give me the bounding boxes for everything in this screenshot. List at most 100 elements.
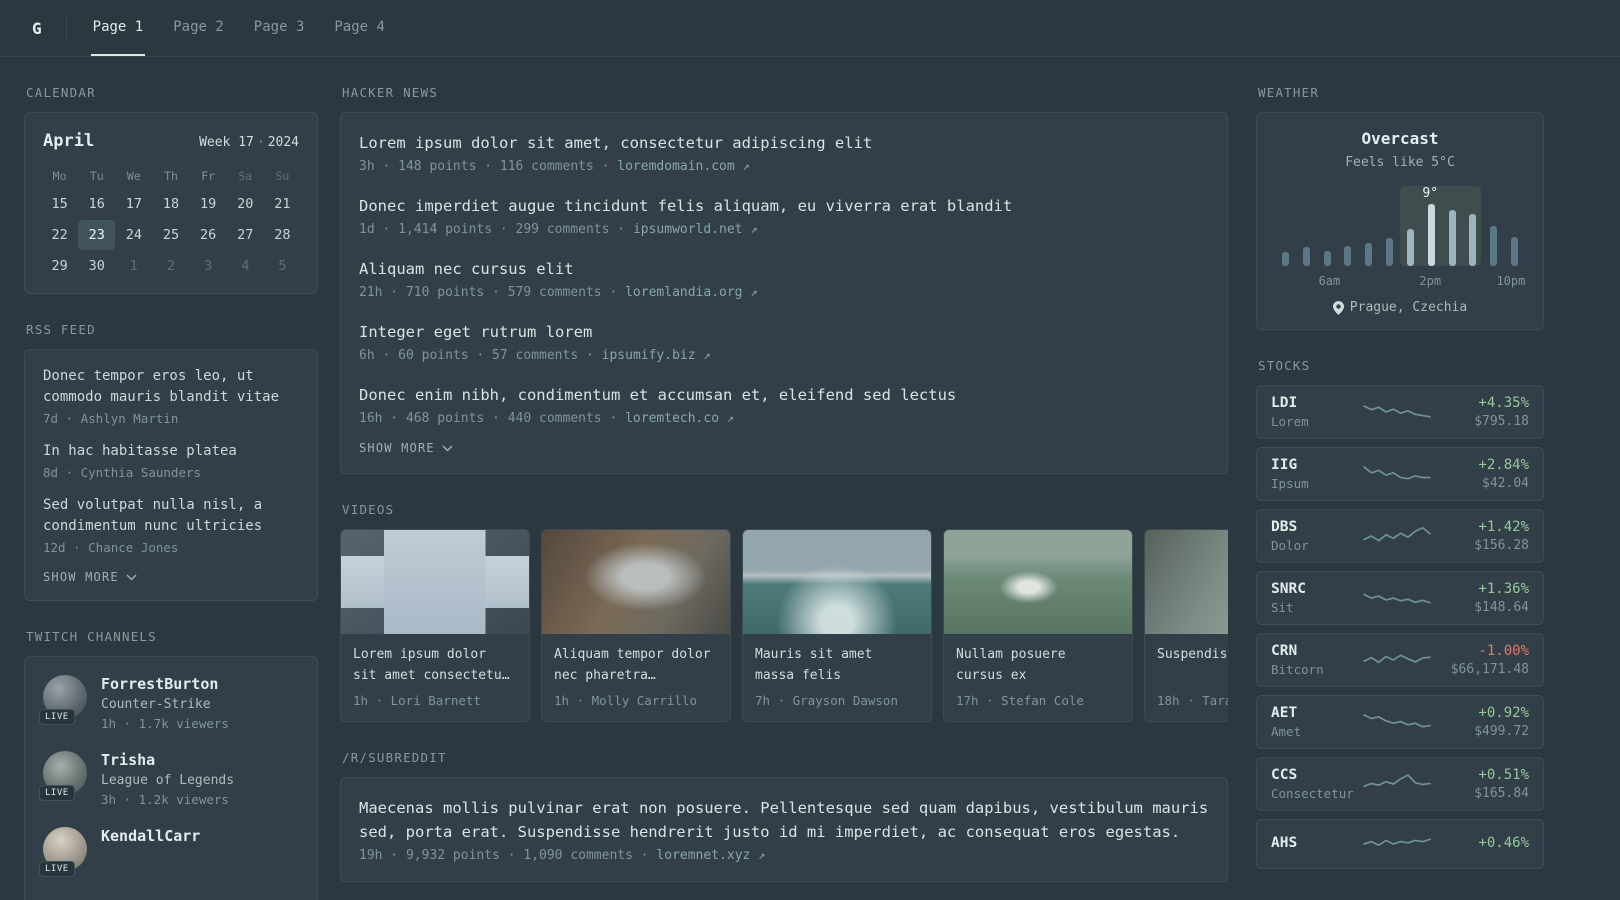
twitch-channel-name[interactable]: ForrestBurton: [101, 675, 229, 693]
rss-item-title[interactable]: Sed volutpat nulla nisl, a condimentum n…: [43, 495, 299, 537]
video-meta: 1h · Molly Carrillo: [554, 693, 697, 709]
page-tab[interactable]: Page 2: [171, 0, 226, 56]
stock-ticker[interactable]: SNRC: [1271, 581, 1357, 597]
reddit-post-title[interactable]: Maecenas mollis pulvinar erat non posuer…: [359, 796, 1209, 844]
video-title[interactable]: Mauris sit amet massa felis: [755, 645, 919, 687]
video-title[interactable]: Suspendisse diam: [1157, 645, 1228, 687]
stock-price: $165.84: [1474, 786, 1529, 801]
reddit-post-meta: 19h · 9,932 points · 1,090 comments · lo…: [359, 848, 1209, 863]
video-thumbnail[interactable]: [944, 530, 1132, 635]
stock-ticker[interactable]: CCS: [1271, 767, 1357, 783]
twitch-channel-row[interactable]: LIVE Trisha League of Legends 3h · 1.2k …: [39, 751, 299, 807]
video-card[interactable]: Suspendisse diam 18h · Tara: [1144, 529, 1228, 723]
hackernews-show-more-button[interactable]: SHOW MORE: [359, 441, 1209, 455]
news-item-title[interactable]: Donec enim nibh, condimentum et accumsan…: [359, 383, 1209, 407]
twitch-channel-info: Trisha League of Legends 3h · 1.2k viewe…: [101, 751, 234, 807]
page-tab[interactable]: Page 1: [90, 0, 146, 56]
external-link-icon[interactable]: ↗: [703, 348, 710, 362]
twitch-avatar-wrap: LIVE: [39, 827, 87, 877]
video-thumbnail[interactable]: [1145, 530, 1228, 635]
app-logo[interactable]: G: [24, 0, 66, 56]
stock-ticker[interactable]: CRN: [1271, 643, 1357, 659]
weather-location: Prague, Czechia: [1275, 300, 1525, 315]
external-link-icon[interactable]: ↗: [727, 411, 734, 425]
calendar-day-cell: 17: [125, 196, 142, 212]
news-item-domain-link[interactable]: loremtech.co: [625, 411, 719, 426]
external-link-icon[interactable]: ↗: [743, 159, 750, 173]
stock-sparkline: [1363, 593, 1431, 604]
hackernews-section-header: HACKER NEWS: [342, 85, 438, 100]
video-card[interactable]: Mauris sit amet massa felis 7h · Grayson…: [742, 529, 932, 723]
external-link-icon[interactable]: ↗: [750, 222, 757, 236]
video-card[interactable]: Nullam posuere cursus ex 17h · Stefan Co…: [943, 529, 1133, 723]
stock-name: Dolor: [1271, 538, 1309, 553]
news-item-title[interactable]: Donec imperdiet augue tincidunt felis al…: [359, 194, 1209, 218]
weather-bar: [1323, 202, 1331, 266]
external-link-icon[interactable]: ↗: [750, 285, 757, 299]
page-tab[interactable]: Page 4: [332, 0, 387, 56]
stock-ticker[interactable]: AET: [1271, 705, 1357, 721]
calendar-day-cell: 28: [274, 227, 291, 243]
stock-row[interactable]: AET Amet +0.92% $499.72: [1256, 695, 1544, 749]
weather-location-label: Prague, Czechia: [1349, 300, 1468, 315]
stock-sparkline: [1363, 654, 1431, 664]
stock-ticker[interactable]: AHS: [1271, 835, 1357, 851]
stock-row[interactable]: AHS +0.46%: [1256, 819, 1544, 869]
subreddit-section-header: /R/SUBREDDIT: [342, 750, 447, 766]
calendar-day-cell: 26: [200, 227, 217, 243]
news-item-title[interactable]: Integer eget rutrum lorem: [359, 320, 1209, 344]
hackernews-show-more-label: SHOW MORE: [359, 441, 435, 456]
stock-row[interactable]: SNRC Sit +1.36% $148.64: [1256, 571, 1544, 625]
news-item-domain-link[interactable]: ipsumify.biz: [602, 348, 696, 363]
stock-row[interactable]: DBS Dolor +1.42% $156.28: [1256, 509, 1544, 563]
news-item-title[interactable]: Aliquam nec cursus elit: [359, 257, 1209, 281]
stock-values: +0.46%: [1437, 835, 1529, 854]
rss-items: Donec tempor eros leo, ut commodo mauris…: [43, 366, 299, 555]
twitch-channel-row[interactable]: LIVE ForrestBurton Counter-Strike 1h · 1…: [39, 675, 299, 731]
page-tab[interactable]: Page 3: [252, 0, 307, 56]
twitch-channel-game: League of Legends: [101, 773, 235, 788]
video-thumbnail[interactable]: [341, 530, 529, 635]
rss-item: Sed volutpat nulla nisl, a condimentum n…: [43, 495, 299, 555]
news-item-domain-link[interactable]: ipsumworld.net: [633, 222, 743, 237]
weather-bar: [1386, 202, 1394, 266]
video-title[interactable]: Aliquam tempor dolor nec pharetra…: [554, 645, 718, 687]
video-thumbnail[interactable]: [542, 530, 730, 635]
video-card[interactable]: Lorem ipsum dolor sit amet consectetu… 1…: [340, 529, 530, 723]
video-card[interactable]: Aliquam tempor dolor nec pharetra… 1h · …: [541, 529, 731, 723]
stock-ticker[interactable]: DBS: [1271, 519, 1357, 535]
rss-item-title[interactable]: Donec tempor eros leo, ut commodo mauris…: [43, 366, 299, 408]
stock-row[interactable]: CCS Consectetur +0.51% $165.84: [1256, 757, 1544, 811]
hackernews-items: Lorem ipsum dolor sit amet, consectetur …: [359, 131, 1209, 426]
twitch-channel-row[interactable]: LIVE KendallCarr: [39, 827, 299, 877]
weather-bar: [1427, 202, 1435, 266]
hackernews-widget: Lorem ipsum dolor sit amet, consectetur …: [340, 112, 1228, 475]
rss-item-title[interactable]: In hac habitasse platea: [43, 441, 299, 462]
calendar-header: April Week 17 · 2024: [41, 127, 301, 163]
stock-row[interactable]: IIG Ipsum +2.84% $42.04: [1256, 447, 1544, 501]
stock-change-percent: +0.46%: [1478, 834, 1529, 851]
weather-bar: [1406, 202, 1414, 266]
stock-row[interactable]: CRN Bitcorn -1.00% $66,171.48: [1256, 633, 1544, 687]
video-title[interactable]: Nullam posuere cursus ex: [956, 645, 1120, 687]
news-item-domain-link[interactable]: loremlandia.org: [625, 285, 742, 300]
news-item-meta: 6h · 60 points · 57 comments · ipsumify.…: [359, 348, 1209, 363]
news-item-domain-link[interactable]: loremdomain.com: [617, 159, 734, 174]
stock-price: $499.72: [1474, 724, 1529, 739]
stock-sparkline: [1363, 774, 1431, 788]
stock-values: +1.42% $156.28: [1437, 519, 1529, 553]
external-link-icon[interactable]: ↗: [758, 848, 765, 862]
twitch-channel-name[interactable]: Trisha: [101, 751, 234, 769]
video-title[interactable]: Lorem ipsum dolor sit amet consectetu…: [353, 645, 517, 687]
stock-change-percent: +1.36%: [1478, 581, 1529, 597]
stock-ticker[interactable]: IIG: [1271, 457, 1357, 473]
calendar-day-header: Su: [275, 169, 290, 183]
stock-row[interactable]: LDI Lorem +4.35% $795.18: [1256, 385, 1544, 439]
stock-ticker[interactable]: LDI: [1271, 395, 1357, 411]
rss-show-more-button[interactable]: SHOW MORE: [43, 570, 299, 584]
twitch-channel-name[interactable]: KendallCarr: [101, 827, 200, 845]
video-thumbnail[interactable]: [743, 530, 931, 635]
news-item-title[interactable]: Lorem ipsum dolor sit amet, consectetur …: [359, 131, 1209, 155]
reddit-post-domain-link[interactable]: loremnet.xyz: [656, 848, 750, 863]
live-badge: LIVE: [39, 861, 75, 877]
